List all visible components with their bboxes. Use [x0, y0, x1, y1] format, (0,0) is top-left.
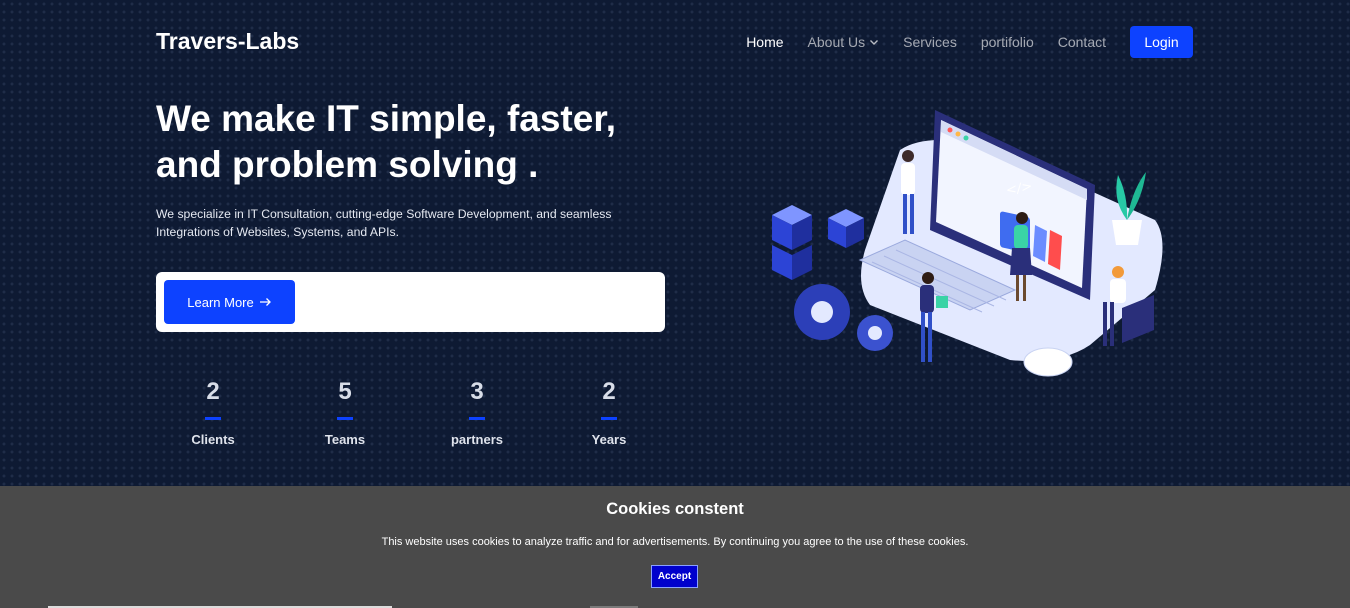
stat-teams: 5 Teams	[295, 378, 395, 447]
accept-cookies-button[interactable]: Accept	[651, 565, 698, 588]
hero-title-line-2: and problem solving .	[156, 144, 539, 185]
cta-container: Learn More	[156, 272, 665, 332]
hero-illustration: </>	[772, 110, 1163, 377]
stat-label: Clients	[191, 432, 235, 447]
hero-subtitle: We specialize in IT Consultation, cuttin…	[156, 207, 612, 239]
arrow-right-icon	[259, 298, 271, 306]
learn-more-label: Learn More	[187, 294, 254, 310]
nav-contact[interactable]: Contact	[1058, 34, 1106, 50]
cube-icon	[772, 205, 864, 280]
cookie-title: Cookies constent	[606, 500, 744, 518]
cookie-text: This website uses cookies to analyze tra…	[381, 536, 969, 548]
stat-underline	[469, 417, 485, 420]
stat-clients: 2 Clients	[163, 378, 263, 447]
site-logo[interactable]: Travers-Labs	[156, 28, 299, 55]
stat-label: Teams	[324, 432, 366, 447]
nav-portifolio[interactable]: portifolio	[981, 34, 1034, 50]
login-button[interactable]: Login	[1130, 26, 1193, 58]
hero-title: We make IT simple, faster, and problem s…	[156, 96, 716, 188]
stat-value: 5	[338, 378, 352, 405]
stat-underline	[601, 417, 617, 420]
nav-home[interactable]: Home	[746, 34, 783, 50]
stat-underline	[337, 417, 353, 420]
stat-value: 3	[470, 378, 484, 405]
learn-more-button[interactable]: Learn More	[164, 280, 295, 324]
mouse-icon	[1023, 347, 1073, 377]
main-nav: Home About Us Services portifolio Contac…	[722, 34, 1106, 50]
stat-label: Years	[591, 432, 627, 447]
nav-about-us-label: About Us	[807, 34, 866, 50]
nav-services-label: Services	[903, 34, 957, 50]
nav-contact-label: Contact	[1057, 34, 1106, 50]
stat-years: 2 Years	[559, 378, 659, 447]
stat-value: 2	[602, 378, 616, 405]
chevron-down-icon	[870, 40, 879, 45]
stat-label: partners	[450, 432, 504, 447]
stat-partners: 3 partners	[427, 378, 527, 447]
stat-value: 2	[206, 378, 220, 405]
cookie-banner: Cookies constent This website uses cooki…	[0, 486, 1350, 608]
nav-portifolio-label: portifolio	[980, 34, 1034, 50]
stat-underline	[205, 417, 221, 420]
nav-home-label: Home	[746, 34, 784, 50]
nav-services[interactable]: Services	[903, 34, 957, 50]
hero-title-line-1: We make IT simple, faster,	[156, 98, 616, 139]
nav-about-us[interactable]: About Us	[808, 34, 880, 50]
